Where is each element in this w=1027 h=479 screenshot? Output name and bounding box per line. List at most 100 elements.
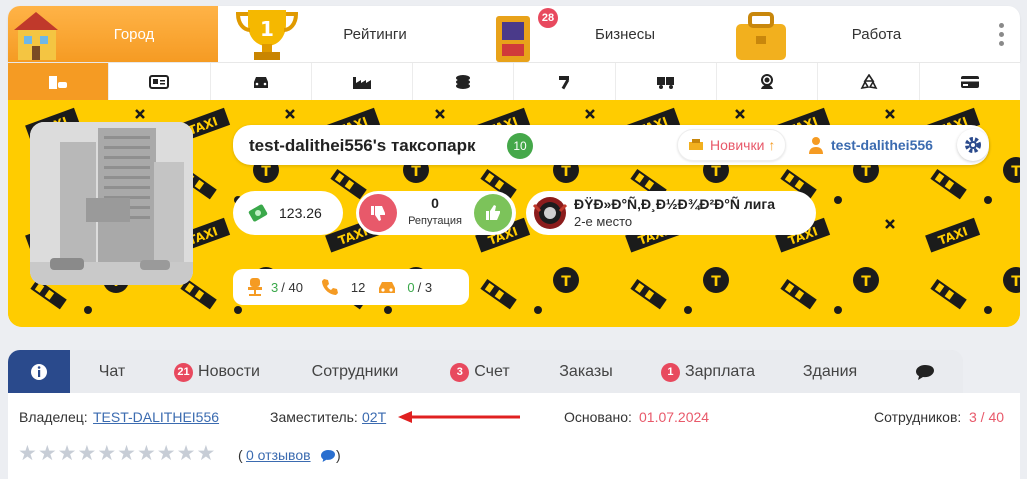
subnav-car[interactable] xyxy=(211,63,312,100)
tab-account-label: Счет xyxy=(474,363,510,380)
tab-orders-label: Заказы xyxy=(559,363,613,380)
league-place: 2-е место xyxy=(574,214,633,229)
nav-work[interactable]: Работа xyxy=(734,6,983,62)
staff-value: 3 / 40 xyxy=(969,409,1005,425)
car-icon xyxy=(379,282,396,293)
top-nav: Город 1 Рейтинги 28 Бизнесы Работа xyxy=(8,6,1020,62)
star-icon: ★ xyxy=(176,442,196,465)
nav-businesses-label: Бизнесы xyxy=(594,25,655,43)
reviews-open: ( xyxy=(238,447,243,463)
subnav-truck[interactable] xyxy=(616,63,718,100)
account-badge: 3 xyxy=(450,362,470,382)
tab-chat-label: Чат xyxy=(98,363,126,380)
thumbs-down-icon xyxy=(371,206,385,221)
deputy-label: Заместитель: xyxy=(270,409,358,425)
nav-city[interactable]: Город xyxy=(8,6,218,62)
league-button-label: Новички xyxy=(710,137,765,153)
star-icon: ★ xyxy=(37,442,57,465)
reputation-label: Репутация xyxy=(408,215,462,227)
sub-nav xyxy=(8,62,1020,100)
tab-salary-label: Зарплата xyxy=(684,363,756,380)
settings-button[interactable] xyxy=(957,129,989,161)
user-icon xyxy=(809,137,823,154)
dislike-button[interactable] xyxy=(359,194,397,232)
taxi-building-icon xyxy=(49,75,68,89)
building-image xyxy=(30,122,193,285)
rating-stars: ★ ★ ★ ★ ★ ★ ★ ★ ★ ★ xyxy=(18,443,215,464)
nav-city-label: Город xyxy=(113,25,155,43)
money-pill: 123.26 xyxy=(233,191,343,235)
stats-pill: 3 / 40 12 0 / 3 xyxy=(233,269,469,305)
tab-chat[interactable]: Чат xyxy=(70,350,154,394)
tab-orders[interactable]: Заказы xyxy=(530,350,642,394)
reviews-link[interactable]: 0 отзывов xyxy=(246,447,311,463)
star-icon: ★ xyxy=(18,442,37,465)
nav-businesses[interactable]: 28 Бизнесы xyxy=(476,6,734,62)
star-icon: ★ xyxy=(156,442,176,465)
more-menu-icon[interactable] xyxy=(983,6,1020,62)
star-icon: ★ xyxy=(136,442,156,465)
money-value: 123.26 xyxy=(279,205,322,221)
salary-badge: 1 xyxy=(660,362,680,382)
info-panel: Владелец: TEST-DALITHEI556 Заместитель: … xyxy=(8,393,1020,479)
reputation-value: 0 xyxy=(431,195,439,211)
hammer-icon xyxy=(558,75,569,89)
company-level-badge: 10 xyxy=(507,133,533,159)
owner-label: Владелец: xyxy=(19,409,88,425)
company-name-card: test-dalithei556's таксопарк 10 Новички … xyxy=(233,125,989,165)
subnav-id[interactable] xyxy=(109,63,211,100)
subnav-recycle[interactable] xyxy=(818,63,920,100)
arcade-machine-icon xyxy=(496,16,530,62)
phone-icon xyxy=(321,279,338,295)
tab-employees-label: Сотрудники xyxy=(311,363,399,380)
founded-label: Основано: xyxy=(564,409,632,425)
calls-value: 12 xyxy=(350,279,366,295)
car-front-icon xyxy=(253,76,268,88)
tab-comments[interactable] xyxy=(886,350,963,394)
subnav-coins[interactable] xyxy=(413,63,515,100)
reviews-close: ) xyxy=(336,447,341,463)
star-icon: ★ xyxy=(97,442,117,465)
star-icon: ★ xyxy=(57,442,77,465)
subnav-factory[interactable] xyxy=(312,63,414,100)
arrow-up-icon: ↑ xyxy=(768,137,776,153)
like-button[interactable] xyxy=(474,194,512,232)
tab-news[interactable]: 21 Новости xyxy=(154,350,280,394)
tab-buildings[interactable]: Здания xyxy=(774,350,886,394)
company-banner: TAXI T test-dalithei556's таксопа xyxy=(8,100,1020,327)
subnav-taxi[interactable] xyxy=(8,63,110,100)
subnav-hammer[interactable] xyxy=(514,63,616,100)
tab-news-label: Новости xyxy=(198,363,260,380)
league-emblem-icon xyxy=(532,197,568,229)
star-icon: ★ xyxy=(196,442,216,465)
credit-card-icon xyxy=(960,75,979,88)
tab-account[interactable]: 3 Счет xyxy=(430,350,530,394)
owner-link[interactable]: TEST-DALITHEI556 xyxy=(93,409,219,425)
subnav-card[interactable] xyxy=(920,63,1020,100)
speech-bubble-icon xyxy=(915,365,934,380)
tab-info[interactable] xyxy=(8,350,70,394)
subnav-support[interactable] xyxy=(717,63,819,100)
company-name: test-dalithei556's таксопарк xyxy=(249,136,476,155)
reviews-bubble-icon xyxy=(321,450,335,462)
gear-icon xyxy=(965,137,981,153)
news-badge: 21 xyxy=(174,362,194,382)
nav-work-label: Работа xyxy=(851,25,902,43)
info-icon xyxy=(31,364,47,380)
star-icon: ★ xyxy=(77,442,97,465)
league-button[interactable]: Новички ↑ xyxy=(677,129,787,161)
nav-ratings-label: Рейтинги xyxy=(343,25,407,43)
headset-icon xyxy=(761,73,774,89)
owner-user-link[interactable]: test-dalithei556 xyxy=(831,137,933,153)
employees-current: 3 xyxy=(271,279,279,295)
annotation-arrow xyxy=(398,411,520,423)
company-photo xyxy=(30,122,193,285)
cars-current: 0 xyxy=(407,279,415,295)
tab-employees[interactable]: Сотрудники xyxy=(280,350,430,394)
tab-buildings-label: Здания xyxy=(802,363,858,380)
office-chair-icon xyxy=(248,278,262,296)
house-icon xyxy=(14,12,58,60)
nav-ratings[interactable]: 1 Рейтинги xyxy=(218,6,476,62)
tab-salary[interactable]: 1 Зарплата xyxy=(642,350,774,394)
deputy-link[interactable]: 02T xyxy=(362,409,386,425)
